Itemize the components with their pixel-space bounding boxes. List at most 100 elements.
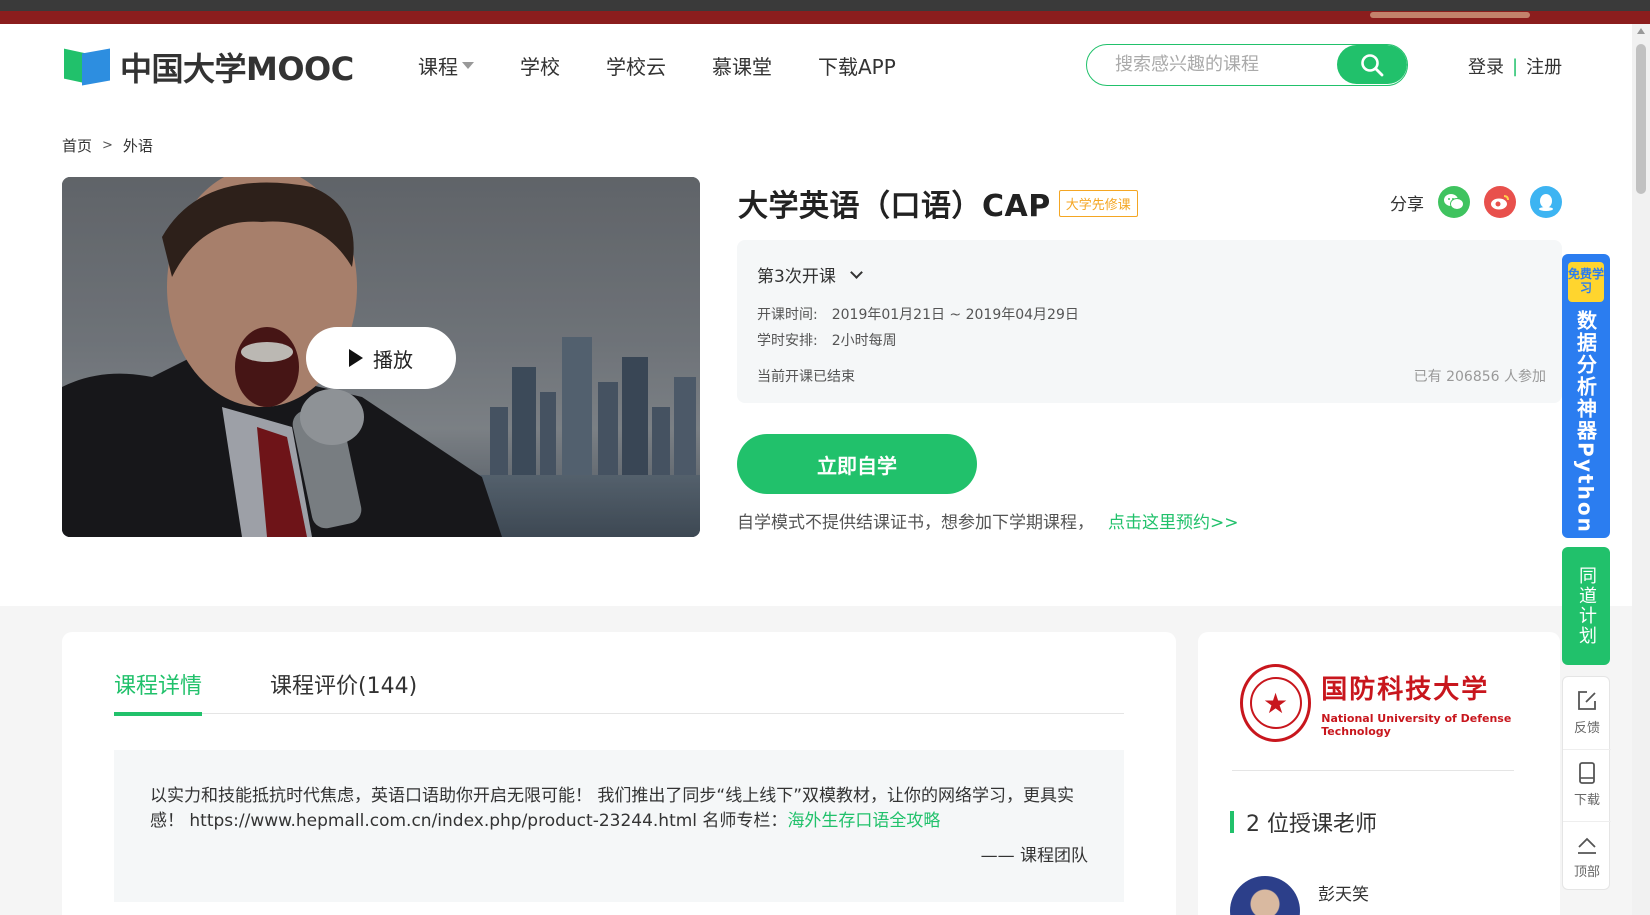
term-time-label: 开课时间: bbox=[757, 307, 818, 323]
term-select[interactable]: 第3次开课 bbox=[757, 262, 863, 287]
description-body: 以实力和技能抵抗时代焦虑，英语口语助你开启无限可能！ 我们推出了同步“线上线下”… bbox=[150, 784, 1088, 834]
course-description: 以实力和技能抵抗时代焦虑，英语口语助你开启无限可能！ 我们推出了同步“线上线下”… bbox=[114, 750, 1124, 902]
floating-toolbar: 反馈 下载 顶部 bbox=[1562, 676, 1611, 891]
course-title: 大学英语（口语）CAP bbox=[738, 189, 1051, 224]
plan-label: 同道计划 bbox=[1576, 566, 1597, 646]
tab-course-details[interactable]: 课程详情 bbox=[114, 668, 203, 716]
auth-links: 登录 | 注册 bbox=[1468, 53, 1562, 79]
breadcrumb-home[interactable]: 首页 bbox=[62, 135, 92, 156]
nav-label: 课程 bbox=[418, 55, 458, 79]
logo-text: 中国大学MOOC bbox=[120, 50, 354, 88]
breadcrumb-separator: > bbox=[102, 138, 113, 153]
scrollbar-thumb[interactable] bbox=[1636, 44, 1646, 194]
download-button[interactable]: 下载 bbox=[1563, 749, 1611, 819]
search-box bbox=[1086, 44, 1408, 86]
register-link[interactable]: 注册 bbox=[1526, 53, 1562, 79]
note-text: 自学模式不提供结课证书，想参加下学期课程， bbox=[737, 513, 1094, 533]
play-button[interactable]: 播放 bbox=[306, 327, 456, 389]
university-seal-icon: ★ bbox=[1240, 664, 1312, 742]
nav-label: 下载APP bbox=[818, 55, 896, 79]
wechat-icon[interactable] bbox=[1438, 186, 1470, 218]
weibo-icon[interactable] bbox=[1484, 186, 1516, 218]
feedback-button[interactable]: 反馈 bbox=[1563, 677, 1611, 747]
participant-count: 已有 206856 人参加 bbox=[1413, 369, 1546, 385]
term-time-value: 2019年01月21日 ~ 2019年04月29日 bbox=[831, 307, 1079, 323]
search-button[interactable] bbox=[1337, 45, 1407, 84]
breadcrumb: 首页 > 外语 bbox=[62, 135, 153, 156]
course-title-row: 大学英语（口语）CAP 大学先修课 bbox=[738, 181, 1138, 225]
strip-glow bbox=[1370, 12, 1530, 18]
university-card: ★ 国防科技大学 National University of Defense … bbox=[1198, 632, 1560, 915]
share-label: 分享 bbox=[1390, 194, 1424, 215]
term-info-panel: 第3次开课 开课时间: 2019年01月21日 ~ 2019年04月29日 学时… bbox=[737, 240, 1562, 403]
term-select-value: 第3次开课 bbox=[757, 267, 836, 287]
page: 中国大学MOOC 课程 学校 学校云 慕课堂 下载APP 登录 | 注册 首页 … bbox=[0, 24, 1632, 915]
course-type-badge: 大学先修课 bbox=[1058, 189, 1138, 217]
details-tabs: 课程详情 课程评价(144) bbox=[114, 668, 1124, 716]
search-icon bbox=[1361, 53, 1384, 76]
heading-accent-bar bbox=[1230, 811, 1234, 833]
term-time-row: 开课时间: 2019年01月21日 ~ 2019年04月29日 bbox=[757, 304, 1079, 324]
divider bbox=[1232, 770, 1514, 771]
search-input[interactable] bbox=[1087, 45, 1337, 84]
nav-item-schools[interactable]: 学校 bbox=[520, 51, 560, 80]
plan-button[interactable]: 同道计划 bbox=[1562, 547, 1610, 665]
site-header: 中国大学MOOC 课程 学校 学校云 慕课堂 下载APP 登录 | 注册 bbox=[0, 24, 1632, 104]
phone-icon bbox=[1579, 762, 1595, 784]
login-link[interactable]: 登录 bbox=[1468, 53, 1504, 79]
qq-icon[interactable] bbox=[1530, 186, 1562, 218]
term-hours-row: 学时安排: 2小时每周 bbox=[757, 330, 897, 350]
auth-divider: | bbox=[1512, 55, 1519, 77]
teachers-heading: 2 位授课老师 bbox=[1230, 806, 1377, 838]
scroll-up-icon[interactable] bbox=[1637, 28, 1645, 34]
play-label: 播放 bbox=[373, 347, 413, 372]
nav-label: 学校 bbox=[520, 55, 560, 79]
share-bar: 分享 bbox=[1390, 186, 1562, 218]
main-nav: 课程 学校 学校云 慕课堂 下载APP bbox=[418, 51, 942, 80]
arrow-up-icon bbox=[1578, 837, 1596, 854]
chevron-down-icon bbox=[462, 62, 474, 69]
teachers-heading-text: 2 位授课老师 bbox=[1246, 812, 1377, 837]
university-name-en: National University of Defense Technolog… bbox=[1321, 711, 1512, 738]
top-label: 顶部 bbox=[1573, 865, 1600, 880]
lower-section: 课程详情 课程评价(144) 以实力和技能抵抗时代焦虑，英语口语助你开启无限可能… bbox=[0, 606, 1632, 915]
university-logo[interactable]: ★ 国防科技大学 National University of Defense … bbox=[1240, 664, 1560, 742]
term-hours-value: 2小时每周 bbox=[831, 333, 897, 349]
download-label: 下载 bbox=[1573, 793, 1600, 808]
nav-item-courses[interactable]: 课程 bbox=[418, 51, 474, 80]
feedback-label: 反馈 bbox=[1573, 720, 1600, 736]
nav-item-download-app[interactable]: 下载APP bbox=[818, 51, 896, 80]
university-name-cn: 国防科技大学 bbox=[1321, 674, 1490, 705]
term-hours-label: 学时安排: bbox=[757, 333, 818, 349]
teacher-item[interactable]: 彭天笑 bbox=[1230, 876, 1369, 915]
python-ad-banner[interactable]: 免费学习 数据分析神器Python bbox=[1562, 254, 1610, 538]
teacher-name: 彭天笑 bbox=[1318, 885, 1369, 905]
tab-course-reviews[interactable]: 课程评价(144) bbox=[270, 668, 417, 714]
site-logo[interactable]: 中国大学MOOC bbox=[64, 44, 354, 90]
back-to-top-button[interactable]: 顶部 bbox=[1563, 821, 1611, 891]
course-video-preview[interactable]: 播放 bbox=[62, 177, 700, 537]
self-study-note: 自学模式不提供结课证书，想参加下学期课程， 点击这里预约>> bbox=[737, 508, 1239, 533]
avatar bbox=[1230, 876, 1300, 915]
edit-icon bbox=[1578, 690, 1596, 710]
chevron-down-icon bbox=[849, 265, 863, 279]
logo-mark-icon bbox=[64, 47, 114, 87]
ad-text: 数据分析神器Python bbox=[1573, 310, 1598, 534]
self-study-button[interactable]: 立即自学 bbox=[737, 434, 977, 494]
term-status: 当前开课已结束 bbox=[757, 369, 855, 385]
university-name: 国防科技大学 National University of Defense Te… bbox=[1321, 669, 1560, 738]
reserve-link[interactable]: 点击这里预约>> bbox=[1108, 508, 1239, 533]
nav-item-school-cloud[interactable]: 学校云 bbox=[606, 51, 666, 80]
nav-label: 学校云 bbox=[606, 55, 666, 79]
browser-top-strip bbox=[0, 0, 1650, 24]
scrollbar[interactable] bbox=[1632, 24, 1650, 915]
course-details-card: 课程详情 课程评价(144) 以实力和技能抵抗时代焦虑，英语口语助你开启无限可能… bbox=[62, 632, 1176, 915]
ad-free-badge: 免费学习 bbox=[1568, 262, 1604, 302]
nav-item-mooc-classroom[interactable]: 慕课堂 bbox=[712, 51, 772, 80]
term-status-row: 当前开课已结束 bbox=[757, 366, 855, 386]
teacher-column-link[interactable]: 海外生存口语全攻略 bbox=[787, 811, 940, 831]
description-signature: —— 课程团队 bbox=[980, 846, 1088, 866]
play-icon bbox=[349, 349, 363, 367]
nav-label: 慕课堂 bbox=[712, 55, 772, 79]
breadcrumb-current[interactable]: 外语 bbox=[123, 135, 153, 156]
